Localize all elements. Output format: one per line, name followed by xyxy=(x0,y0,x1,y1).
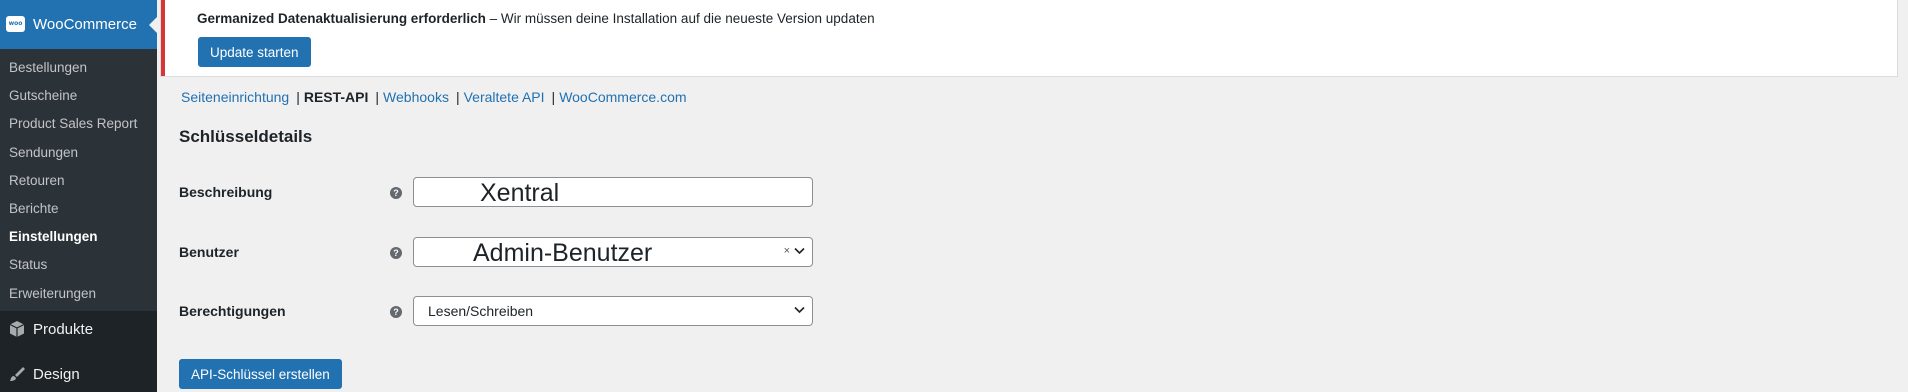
chevron-down-icon[interactable] xyxy=(794,247,805,255)
submenu-item-einstellungen[interactable]: Einstellungen xyxy=(0,223,157,251)
submenu-item-retouren[interactable]: Retouren xyxy=(0,167,157,195)
notice-message: – Wir müssen deine Installation auf die … xyxy=(485,11,875,26)
clear-icon[interactable]: × xyxy=(784,245,790,257)
notice-text: Germanized Datenaktualisierung erforderl… xyxy=(197,11,875,26)
menu-item-woocommerce[interactable]: woo WooCommerce xyxy=(0,0,157,49)
menu-item-design[interactable]: Design xyxy=(0,352,157,392)
subnav-link-veraltete-api[interactable]: Veraltete API xyxy=(464,89,545,105)
woocommerce-logo-icon: woo xyxy=(6,16,25,32)
description-help-icon[interactable]: ? xyxy=(390,187,402,199)
subnav-link-woocommerce-com[interactable]: WooCommerce.com xyxy=(559,89,686,105)
submenu-item-product-sales-report[interactable]: Product Sales Report xyxy=(0,110,157,138)
create-api-key-button[interactable]: API-Schlüssel erstellen xyxy=(179,359,342,389)
box-icon xyxy=(0,320,33,338)
user-help-icon[interactable]: ? xyxy=(390,247,402,259)
permissions-label: Berechtigungen xyxy=(179,303,286,319)
submenu-item-sendungen[interactable]: Sendungen xyxy=(0,139,157,167)
submenu-item-gutscheine[interactable]: Gutscheine xyxy=(0,82,157,110)
submenu-item-status[interactable]: Status xyxy=(0,251,157,279)
permissions-help-icon[interactable]: ? xyxy=(390,306,402,318)
menu-item-produkte-label: Produkte xyxy=(33,320,94,338)
update-start-button[interactable]: Update starten xyxy=(198,37,311,67)
woocommerce-submenu: Bestellungen Gutscheine Product Sales Re… xyxy=(0,49,157,311)
update-notice: Germanized Datenaktualisierung erforderl… xyxy=(161,0,1897,76)
admin-sidebar: woo WooCommerce Bestellungen Gutscheine … xyxy=(0,0,157,392)
section-title: Schlüsseldetails xyxy=(179,127,313,146)
user-select-value: Admin-Benutzer xyxy=(473,239,653,267)
user-select[interactable]: Admin-Benutzer × xyxy=(413,237,813,267)
menu-item-woocommerce-label: WooCommerce xyxy=(33,16,137,33)
subnav-link-seiteneinrichtung[interactable]: Seiteneinrichtung xyxy=(181,89,289,105)
chevron-down-icon xyxy=(794,306,805,314)
notice-title: Germanized Datenaktualisierung erforderl… xyxy=(197,11,486,26)
subnav-link-webhooks[interactable]: Webhooks xyxy=(383,89,449,105)
menu-item-design-label: Design xyxy=(33,365,80,383)
permissions-select-value: Lesen/Schreiben xyxy=(428,303,534,319)
subnav-current-rest-api: REST-API xyxy=(303,89,369,105)
description-input[interactable]: Xentral xyxy=(413,177,813,207)
description-label: Beschreibung xyxy=(179,184,273,200)
submenu-item-berichte[interactable]: Berichte xyxy=(0,195,157,223)
settings-subnav: Seiteneinrichtung | REST-API | Webhooks | Vera… xyxy=(181,89,687,105)
description-input-value: Xentral xyxy=(480,179,560,207)
paintbrush-icon xyxy=(0,365,33,383)
submenu-item-erweiterungen[interactable]: Erweiterungen xyxy=(0,280,157,308)
permissions-select[interactable]: Lesen/Schreiben xyxy=(413,296,813,326)
submenu-item-bestellungen[interactable]: Bestellungen xyxy=(0,54,157,82)
user-label: Benutzer xyxy=(179,244,239,260)
menu-item-produkte[interactable]: Produkte xyxy=(0,307,157,351)
